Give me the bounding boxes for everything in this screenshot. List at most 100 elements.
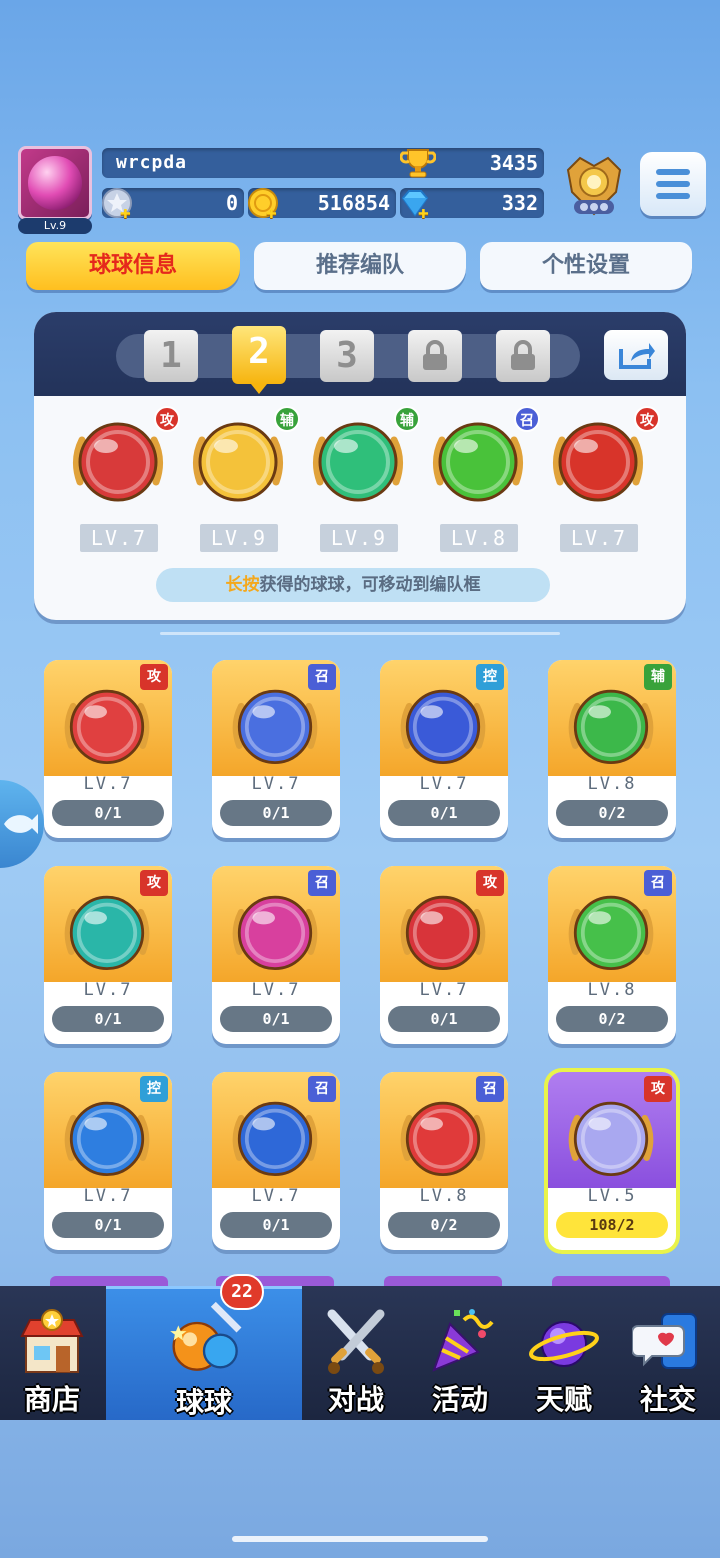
main-menu-button[interactable] [640,152,706,216]
player-name-bar: wrcpda 3435 [102,148,544,178]
add-gems-icon[interactable]: ✚ [418,202,429,223]
card-level: LV.8 [419,1186,469,1206]
card-ball [228,884,322,978]
ball-icon [232,1101,318,1177]
nav-label: 对战 [327,1383,384,1416]
card-ball [396,884,490,978]
player-avatar[interactable] [18,146,92,220]
ball-card[interactable]: 召 LV.7 0/1 [212,1072,340,1250]
ball-card[interactable]: 控 LV.7 0/1 [44,1072,172,1250]
nav-social[interactable]: 社交 [616,1286,720,1420]
nav-label: 社交 [639,1383,696,1416]
team-ball[interactable] [428,410,528,510]
card-ball [564,678,658,772]
team-slot-1[interactable]: 1 [144,330,198,382]
ball-card[interactable]: 攻 LV.7 0/1 [44,866,172,1044]
card-fragment-count: 108/2 [556,1212,668,1238]
nav-talent[interactable]: 天赋 [512,1286,616,1420]
card-level: LV.8 [587,980,637,1000]
card-level: LV.5 [587,1186,637,1206]
tab-recommended-team[interactable]: 推荐编队 [254,242,466,290]
card-ball [60,678,154,772]
card-ball [60,1090,154,1184]
coin-resource-bar[interactable]: ✚ 516854 [248,188,396,223]
tab-ball-info[interactable]: 球球信息 [26,242,240,290]
ball-icon [400,689,486,765]
party-popper-icon [432,1309,494,1372]
ball-card[interactable]: 辅 LV.8 0/2 [548,660,676,838]
ball-card[interactable]: 召 LV.7 0/1 [212,660,340,838]
gem-resource-bar[interactable]: ✚ 332 [400,188,544,223]
ball-card[interactable]: 召 LV.7 0/1 [212,866,340,1044]
rank-badge-icon[interactable] [562,152,626,220]
team-slot-3[interactable]: 3 [320,330,374,382]
trophy-count: 3435 [489,151,538,175]
team-slot-2[interactable]: 2 [232,326,286,394]
nav-battle[interactable]: 对战 [304,1286,408,1420]
ball-card[interactable]: 攻 LV.5 108/2 [548,1072,676,1250]
card-ball [60,884,154,978]
card-fragment-count: 0/1 [388,1006,500,1032]
ball-card[interactable]: 攻 LV.7 0/1 [380,866,508,1044]
card-fragment-count: 0/1 [52,1212,164,1238]
star-resource-bar[interactable]: ✚ 0 [102,188,244,223]
team-slot-locked[interactable] [496,330,550,382]
card-ball [396,1090,490,1184]
nav-balls[interactable]: 球球 [106,1286,302,1420]
card-level: LV.7 [419,980,469,1000]
card-ball [564,884,658,978]
planet-icon [529,1321,599,1367]
card-fragment-count: 0/2 [556,800,668,826]
new-balls-badge: 22 [220,1274,264,1310]
share-button[interactable] [604,330,668,380]
ball-role-tag: 辅 [394,406,420,432]
team-ball-level: LV.8 [440,524,518,552]
card-fragment-count: 0/2 [388,1212,500,1238]
side-fish-button[interactable] [0,780,44,868]
ball-card[interactable]: 控 LV.7 0/1 [380,660,508,838]
menu-line [656,169,690,175]
team-ball-icon [313,422,403,502]
ball-icon [568,895,654,971]
card-level: LV.7 [419,774,469,794]
card-fragment-count: 0/2 [556,1006,668,1032]
team-ball[interactable] [548,410,648,510]
gem-count: 332 [501,191,538,215]
team-ball-icon [193,422,283,502]
card-level: LV.8 [587,774,637,794]
team-ball[interactable] [68,410,168,510]
card-ball [564,1090,658,1184]
team-slot-locked[interactable] [408,330,462,382]
team-ball[interactable] [308,410,408,510]
ball-icon [232,689,318,765]
coin-count: 516854 [317,191,390,215]
team-ball-level: LV.9 [320,524,398,552]
nav-shop[interactable]: 商店 [0,1286,104,1420]
card-fragment-count: 0/1 [52,800,164,826]
share-icon [619,343,655,369]
ball-icon [568,1101,654,1177]
card-fragment-count: 0/1 [220,800,332,826]
ball-card[interactable]: 召 LV.8 0/2 [380,1072,508,1250]
card-fragment-count: 0/1 [220,1212,332,1238]
crossed-swords-icon [327,1309,385,1374]
card-fragment-count: 0/1 [52,1006,164,1032]
card-ball [228,1090,322,1184]
add-stars-icon[interactable]: ✚ [120,202,131,223]
team-ball-level: LV.7 [560,524,638,552]
player-level: Lv.9 [18,218,92,234]
card-level: LV.7 [251,774,301,794]
add-coins-icon[interactable]: ✚ [266,202,277,223]
ball-icon [400,895,486,971]
drag-hint: 长按获得的球球，可移动到编队框 [156,568,550,602]
home-indicator[interactable] [232,1536,488,1542]
team-ball[interactable] [188,410,288,510]
ball-icon [400,1101,486,1177]
ball-card[interactable]: 攻 LV.7 0/1 [44,660,172,838]
card-ball [228,678,322,772]
card-level: LV.7 [251,980,301,1000]
nav-events[interactable]: 活动 [408,1286,512,1420]
tab-personal-settings[interactable]: 个性设置 [480,242,692,290]
card-level: LV.7 [251,1186,301,1206]
ball-card[interactable]: 召 LV.8 0/2 [548,866,676,1044]
